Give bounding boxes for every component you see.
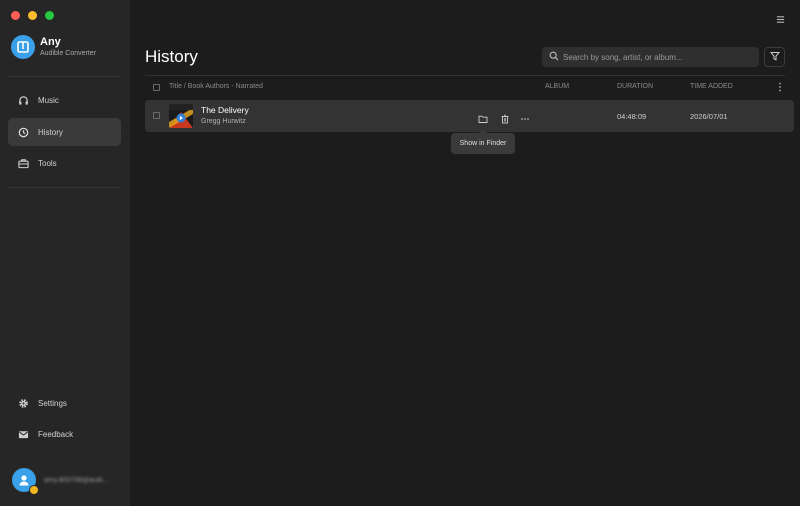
header-divider: [145, 75, 785, 76]
sidebar-item-label: Feedback: [38, 429, 74, 439]
sidebar-divider: [8, 76, 120, 77]
column-header-album[interactable]: ALBUM: [545, 83, 569, 90]
tooltip: Show in Finder: [451, 129, 515, 154]
book-cover-image: [169, 104, 193, 128]
sidebar-item-settings[interactable]: Settings: [8, 389, 121, 417]
select-all-checkbox[interactable]: [153, 84, 160, 91]
sidebar-item-history[interactable]: History: [8, 118, 121, 146]
avatar: [12, 468, 39, 495]
row-duration: 04:48:09: [617, 112, 647, 121]
book-title: The Delivery: [201, 105, 249, 115]
folder-icon[interactable]: [478, 111, 488, 129]
column-header-title[interactable]: Title / Book Authors - Narrated: [169, 83, 263, 90]
table-header: Title / Book Authors - Narrated ALBUM DU…: [145, 80, 795, 96]
app-brand: Any Audible Converter: [11, 35, 96, 59]
app-name: Any: [40, 36, 61, 48]
headphones-icon: [17, 94, 29, 106]
sidebar-item-label: Tools: [38, 158, 57, 168]
app-subtitle: Audible Converter: [40, 50, 97, 57]
zoom-window-button[interactable]: [45, 11, 54, 20]
menu-icon[interactable]: [776, 11, 785, 29]
filter-icon: [769, 48, 780, 66]
toolbox-icon: [17, 157, 29, 169]
premium-badge-icon: [29, 485, 39, 495]
column-options-icon[interactable]: [778, 82, 782, 94]
column-header-duration[interactable]: DURATION: [617, 83, 653, 90]
search-input[interactable]: [563, 52, 753, 62]
search-icon: [549, 48, 559, 66]
trash-icon[interactable]: [500, 111, 510, 129]
gear-icon: [17, 397, 29, 409]
sidebar: Any Audible Converter Music History Tool…: [0, 0, 131, 506]
sidebar-item-feedback[interactable]: Feedback: [8, 420, 121, 448]
more-options-icon[interactable]: [520, 111, 530, 129]
row-time-added: 2026/07/01: [690, 112, 728, 121]
sidebar-item-tools[interactable]: Tools: [8, 149, 121, 177]
sidebar-item-label: Music: [38, 95, 59, 105]
sidebar-divider: [8, 187, 120, 188]
user-account[interactable]: amy.903708@audi...: [12, 468, 109, 495]
minimize-window-button[interactable]: [28, 11, 37, 20]
sidebar-item-music[interactable]: Music: [8, 86, 121, 114]
clock-icon: [17, 126, 29, 138]
app-logo-icon: [11, 35, 35, 59]
sidebar-item-label: History: [38, 127, 63, 137]
window-controls: [11, 11, 54, 20]
search-box: [542, 47, 759, 67]
sidebar-item-label: Settings: [38, 398, 67, 408]
user-email: amy.903708@audi...: [44, 476, 109, 484]
mail-icon: [17, 428, 29, 440]
book-author: Gregg Hurwitz: [201, 118, 246, 125]
close-window-button[interactable]: [11, 11, 20, 20]
table-row[interactable]: The Delivery Gregg Hurwitz 04:48:09 2026…: [145, 100, 794, 132]
column-header-time-added[interactable]: TIME ADDED: [690, 83, 733, 90]
row-checkbox[interactable]: [153, 112, 160, 119]
page-title: History: [145, 47, 198, 66]
filter-button[interactable]: [764, 47, 785, 67]
